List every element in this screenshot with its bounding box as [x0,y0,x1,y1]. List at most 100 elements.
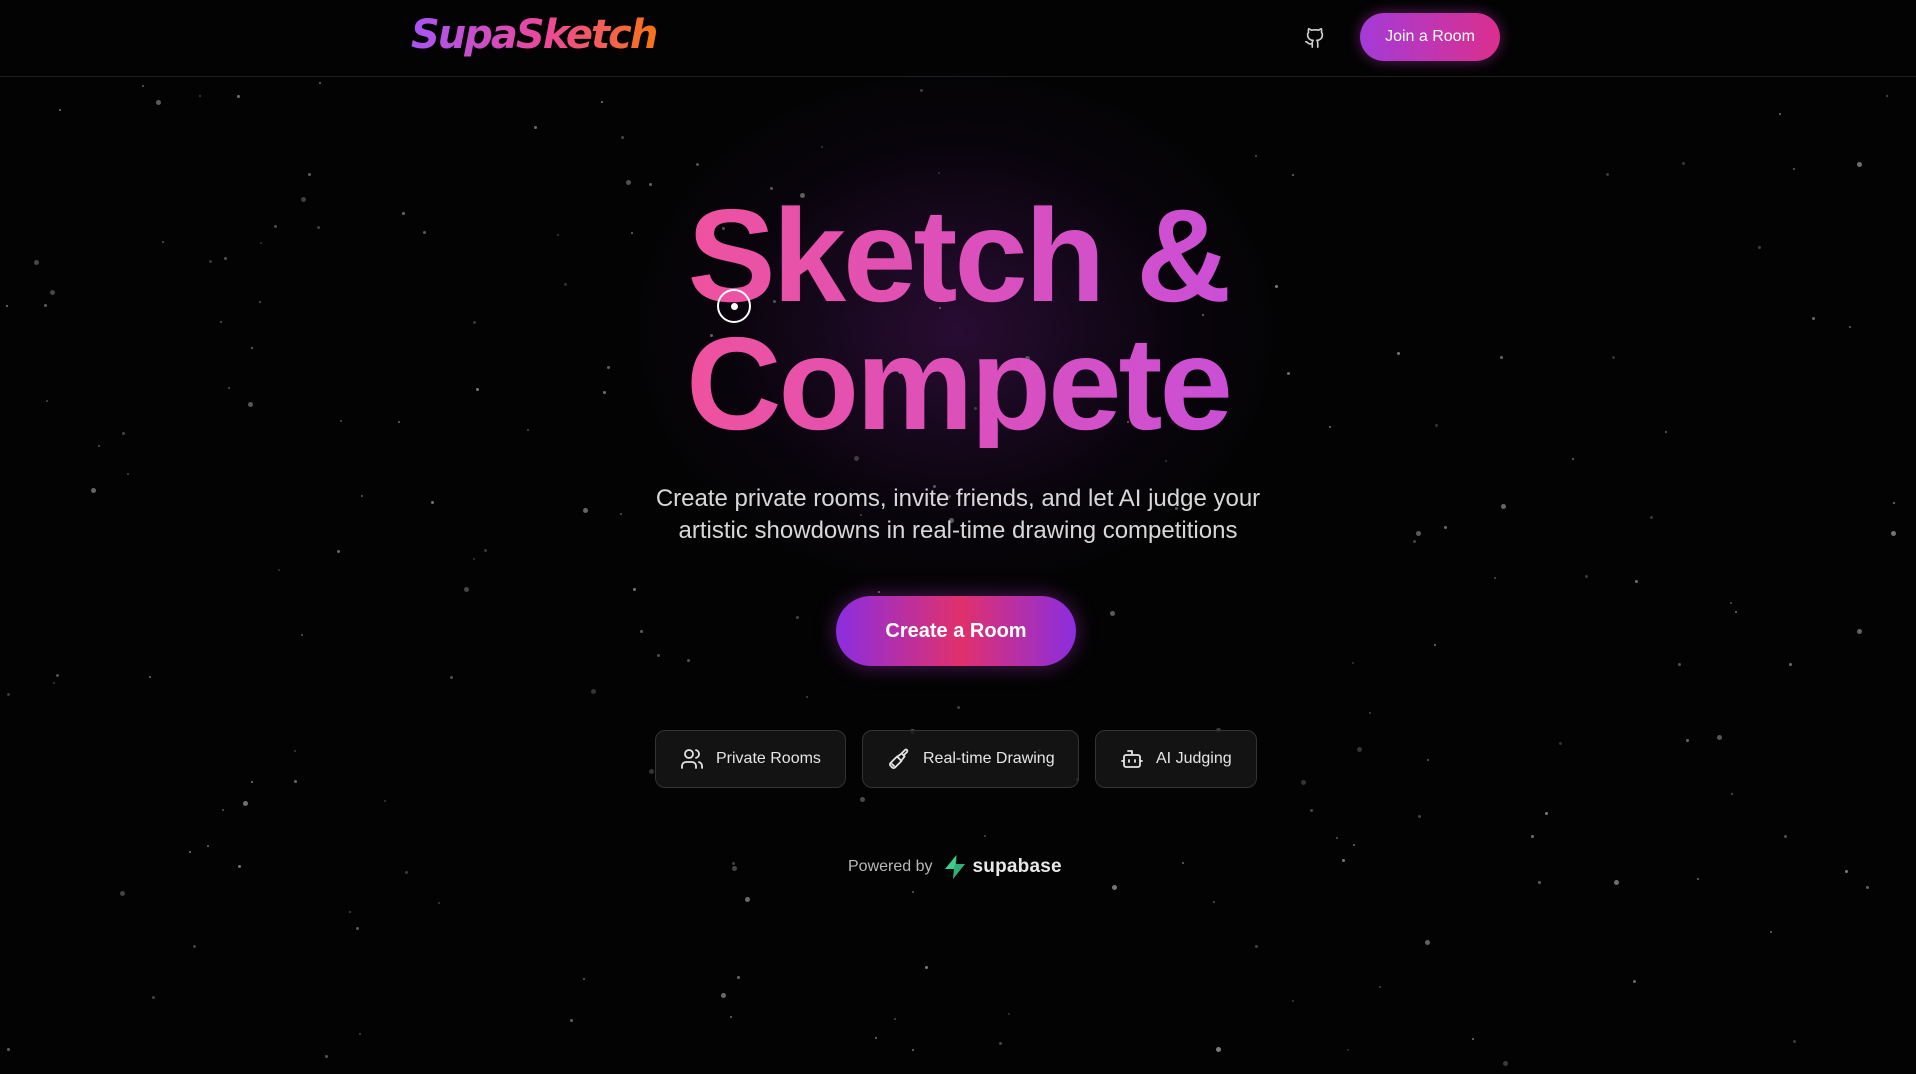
star-dot [894,1018,896,1020]
star-dot [7,1048,10,1051]
star-dot [620,513,622,515]
star-dot [1503,1061,1508,1066]
star-dot [1717,735,1722,740]
star-dot [1585,575,1588,578]
star-dot [1342,859,1345,862]
star-dot [1310,809,1313,812]
star-dot [237,95,240,98]
star-dot [1353,844,1355,846]
star-dot [1425,940,1430,945]
star-dot [1857,629,1862,634]
star-dot [912,1049,914,1051]
star-dot [1213,901,1215,903]
github-link[interactable] [1301,24,1329,52]
star-dot [1413,540,1416,543]
star-dot [53,682,55,684]
star-dot [957,706,960,709]
star-dot [1682,162,1685,165]
star-dot [243,801,248,806]
star-dot [821,146,823,148]
star-dot [1255,155,1257,157]
star-dot [278,569,280,571]
star-dot [626,180,631,185]
star-dot [142,85,144,87]
star-dot [1545,812,1548,815]
star-dot [1292,174,1294,176]
star-dot [149,676,151,678]
star-dot [1416,531,1421,536]
star-dot [1182,862,1184,864]
star-dot [156,100,161,105]
star-dot [591,689,596,694]
star-dot [120,891,125,896]
top-navigation-bar: SupaSketch Join a Room [0,0,1916,77]
paintbrush-icon [887,747,911,771]
users-icon [680,747,704,771]
star-dot [878,591,880,593]
star-dot [1686,739,1689,742]
star-dot [1893,502,1895,504]
star-dot [384,800,386,802]
star-dot [319,82,321,84]
star-dot [450,676,453,679]
hero-subtitle: Create private rooms, invite friends, an… [655,485,1261,544]
star-dot [1008,1013,1010,1015]
star-dot [1352,662,1354,664]
feature-realtime-drawing: Real-time Drawing [862,730,1079,788]
star-dot [938,172,940,174]
star-dot [127,473,129,475]
star-dot [152,996,155,999]
star-dot [1731,793,1733,795]
star-dot [1779,113,1781,115]
star-dot [737,976,740,979]
star-dot [1538,881,1541,884]
star-dot [1559,742,1562,745]
star-dot [294,780,297,783]
star-dot [1501,504,1506,509]
star-dot [438,902,440,904]
star-dot [1735,611,1737,613]
star-dot [473,558,475,560]
star-dot [649,183,652,186]
star-dot [189,851,191,853]
star-dot [621,136,624,139]
star-dot [1418,815,1421,818]
star-dot [1886,95,1888,97]
star-dot [1635,580,1638,583]
star-dot [696,163,699,166]
star-dot [534,126,537,129]
create-room-button[interactable]: Create a Room [836,596,1076,666]
star-dot [1606,173,1609,176]
star-dot [1216,1047,1221,1052]
star-dot [238,865,241,868]
star-dot [1434,644,1436,646]
join-room-button[interactable]: Join a Room [1360,13,1500,61]
feature-label: Private Rooms [716,750,821,767]
app-logo[interactable]: SupaSketch [411,12,658,58]
star-dot [633,588,636,591]
star-dot [730,1016,732,1018]
star-dot [860,797,865,802]
star-dot [1770,931,1772,933]
star-dot [1255,945,1258,948]
star-dot [1531,835,1534,838]
supabase-wordmark[interactable]: supabase [973,856,1062,878]
star-dot [1494,577,1496,579]
star-dot [745,897,750,902]
powered-by: Powered by supabase [848,853,1062,881]
hero-title-line-2: Compete [686,310,1230,457]
star-dot [1292,1000,1294,1002]
star-dot [308,173,311,176]
star-dot [912,891,914,893]
star-dot [920,89,923,92]
star-dot [1379,986,1381,988]
star-dot [251,781,253,783]
powered-by-label: Powered by [848,858,933,875]
star-dot [337,550,340,553]
star-dot [405,871,408,874]
star-dot [1857,162,1862,167]
star-dot [193,945,196,948]
star-dot [7,693,10,696]
star-dot [732,862,735,865]
star-dot [59,109,61,111]
